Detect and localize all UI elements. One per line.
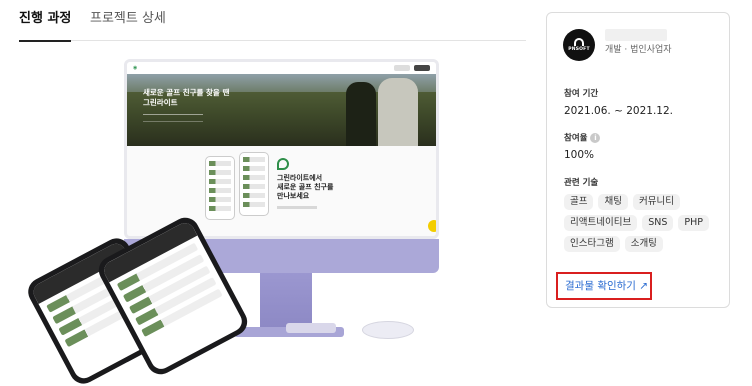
mini-phone-left xyxy=(205,156,235,220)
site-nav-button-dark xyxy=(414,65,430,71)
tech-tag: 커뮤니티 xyxy=(632,194,680,210)
hero-person-dark xyxy=(346,82,376,146)
tech-tag: 인스타그램 xyxy=(564,236,620,252)
tech-tag: 소개팅 xyxy=(624,236,663,252)
participation-label-row: 참여율 i xyxy=(564,133,601,145)
site-hero: 새로운 골프 친구를 찾을 땐 그린라이트 xyxy=(127,74,436,146)
mouse xyxy=(362,321,414,339)
tech-tag: PHP xyxy=(678,215,709,231)
tech-label: 관련 기술 xyxy=(564,178,599,188)
view-result-link[interactable]: 결과물 확인하기 ↗ xyxy=(565,280,648,293)
site-nav: ◉ xyxy=(127,62,436,74)
tech-tag: 채팅 xyxy=(598,194,628,210)
site-nav-button xyxy=(394,65,410,71)
monitor-screen: ◉ 새로운 골프 친구를 찾을 땐 그린라이트 그린라이트에서 새로운 골프 친… xyxy=(124,59,439,239)
result-link-highlight: 결과물 확인하기 ↗ xyxy=(556,272,652,300)
tab-progress[interactable]: 진행 과정 xyxy=(19,11,72,42)
tech-tags: 골프 채팅 커뮤니티 리액트네이티브 SNS PHP 인스타그램 소개팅 xyxy=(564,194,724,252)
project-mockup-image: ◉ 새로운 골프 친구를 찾을 땐 그린라이트 그린라이트에서 새로운 골프 친… xyxy=(23,55,456,386)
company-logo-icon xyxy=(574,38,584,46)
tab-project-detail[interactable]: 프로젝트 상세 xyxy=(90,11,166,27)
hero-person-light xyxy=(378,78,418,146)
company-logo-text: PNSOFT xyxy=(568,47,590,52)
tab-bar: 진행 과정 프로젝트 상세 xyxy=(19,0,526,42)
tech-tag: 골프 xyxy=(564,194,594,210)
tech-tag: 리액트네이티브 xyxy=(564,215,638,231)
company-avatar: PNSOFT xyxy=(563,29,595,61)
participation-value: 100% xyxy=(564,149,595,161)
hero-title: 새로운 골프 친구를 찾을 땐 그린라이트 xyxy=(143,88,230,107)
mini-phone-right xyxy=(239,152,269,216)
lower-title: 그린라이트에서 새로운 골프 친구를 만나보세요 xyxy=(277,174,334,200)
company-subtitle: 개발 · 법인사업자 xyxy=(605,45,672,55)
hero-subtext xyxy=(143,114,203,122)
site-logo-icon: ◉ xyxy=(133,65,138,71)
chat-bubble-icon xyxy=(428,220,436,232)
location-pin-icon xyxy=(277,158,289,170)
lower-subtext xyxy=(277,206,317,209)
period-label: 참여 기간 xyxy=(564,89,599,99)
participation-label: 참여율 xyxy=(564,133,588,144)
company-name-redacted xyxy=(605,29,667,41)
period-value: 2021.06. ~ 2021.12. xyxy=(564,105,673,117)
tech-tag: SNS xyxy=(642,215,674,231)
project-info-card: PNSOFT 개발 · 법인사업자 참여 기간 2021.06. ~ 2021.… xyxy=(546,12,730,308)
keyboard xyxy=(286,323,336,333)
info-icon[interactable]: i xyxy=(590,133,601,143)
